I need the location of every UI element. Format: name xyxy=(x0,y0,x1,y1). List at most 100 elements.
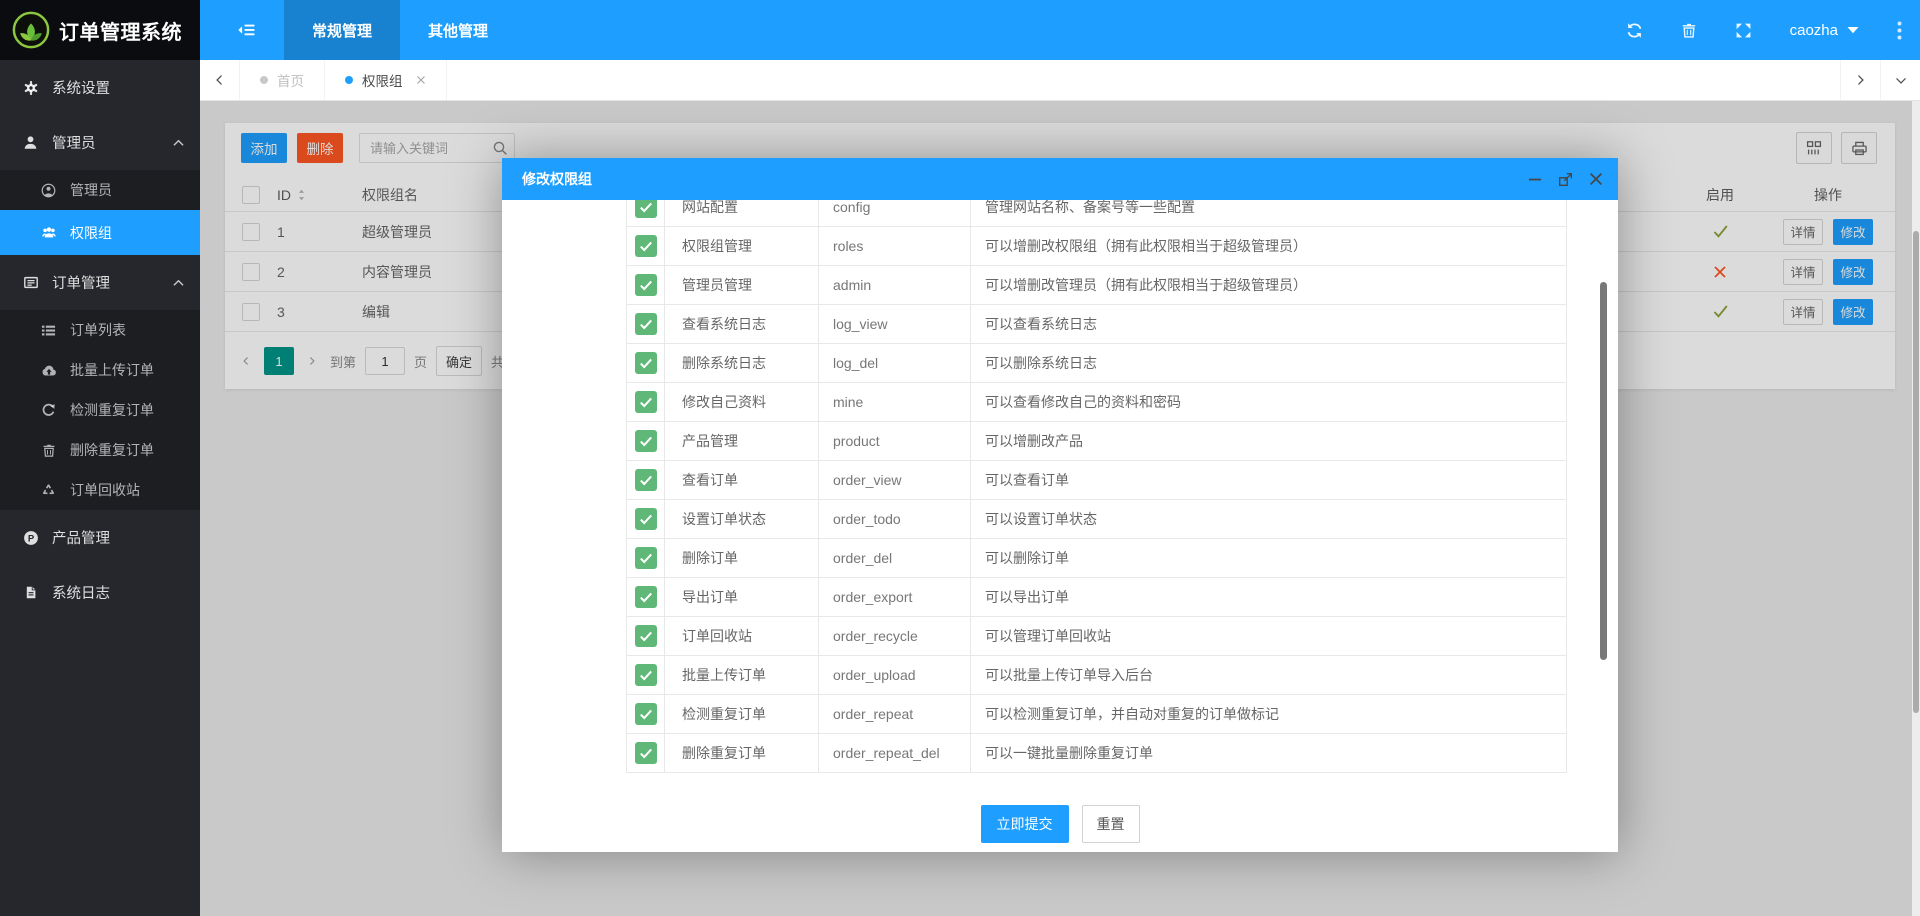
sidebar-item[interactable]: 检测重复订单 xyxy=(0,390,200,430)
checked-checkbox[interactable] xyxy=(635,703,657,725)
sidebar-item[interactable]: 订单管理 xyxy=(0,255,200,310)
permission-code: config xyxy=(819,200,971,226)
permission-desc: 可以导出订单 xyxy=(971,578,1566,616)
permissions-table: 网站配置 config 管理网站名称、备案号等一些配置 权限组管理 roles … xyxy=(626,200,1567,773)
permission-desc: 管理网站名称、备案号等一些配置 xyxy=(971,200,1566,226)
users-icon xyxy=(40,225,57,240)
sidebar-item[interactable]: 删除重复订单 xyxy=(0,430,200,470)
maximize-icon[interactable] xyxy=(1558,172,1573,187)
gear-icon xyxy=(22,80,39,96)
sidebar-item[interactable]: 订单回收站 xyxy=(0,470,200,510)
permission-name: 查看系统日志 xyxy=(665,305,819,343)
chevron-up-icon xyxy=(173,279,184,287)
tabs-scroll-left-button[interactable] xyxy=(200,60,240,100)
user-icon xyxy=(22,135,39,150)
trash-icon[interactable] xyxy=(1681,22,1697,39)
sidebar-item-label: 系统设置 xyxy=(52,77,110,98)
checked-checkbox[interactable] xyxy=(635,469,657,491)
reset-button[interactable]: 重置 xyxy=(1082,805,1140,843)
sidebar-item[interactable]: 系统设置 xyxy=(0,60,200,115)
permission-name: 删除重复订单 xyxy=(665,734,819,772)
checked-checkbox[interactable] xyxy=(635,274,657,296)
permission-desc: 可以批量上传订单导入后台 xyxy=(971,656,1566,694)
permission-desc: 可以一键批量删除重复订单 xyxy=(971,734,1566,772)
checked-checkbox[interactable] xyxy=(635,547,657,569)
minimize-icon[interactable] xyxy=(1528,172,1543,187)
permission-code: admin xyxy=(819,266,971,304)
permission-name: 查看订单 xyxy=(665,461,819,499)
form-icon xyxy=(22,275,39,290)
permission-row: 查看系统日志 log_view 可以查看系统日志 xyxy=(627,305,1566,344)
sidebar-item[interactable]: 批量上传订单 xyxy=(0,350,200,390)
breadcrumb-tab[interactable]: 首页 xyxy=(240,60,325,100)
checked-checkbox[interactable] xyxy=(635,586,657,608)
permission-row: 订单回收站 order_recycle 可以管理订单回收站 xyxy=(627,617,1566,656)
page-scrollbar-track[interactable] xyxy=(1912,101,1920,916)
user-menu[interactable]: caozha xyxy=(1790,22,1859,39)
permission-desc: 可以增删改产品 xyxy=(971,422,1566,460)
sidebar-menu: 系统设置 管理员 管理员 权限组 xyxy=(0,60,200,620)
sidebar-item[interactable]: 系统日志 xyxy=(0,565,200,620)
permission-row: 批量上传订单 order_upload 可以批量上传订单导入后台 xyxy=(627,656,1566,695)
sidebar-item-label: 订单回收站 xyxy=(70,480,140,500)
sidebar-item[interactable]: 管理员 xyxy=(0,170,200,210)
submit-button[interactable]: 立即提交 xyxy=(981,805,1069,843)
checked-checkbox[interactable] xyxy=(635,625,657,647)
permission-name: 批量上传订单 xyxy=(665,656,819,694)
permission-row: 管理员管理 admin 可以增删改管理员（拥有此权限相当于超级管理员） xyxy=(627,266,1566,305)
modal-scrollbar-thumb[interactable] xyxy=(1600,282,1607,660)
user-circle-icon xyxy=(40,183,57,198)
permission-row: 产品管理 product 可以增删改产品 xyxy=(627,422,1566,461)
refresh-icon[interactable] xyxy=(1626,22,1643,39)
permission-code: order_upload xyxy=(819,656,971,694)
product-icon: P xyxy=(22,530,39,546)
checked-checkbox[interactable] xyxy=(635,235,657,257)
permission-desc: 可以检测重复订单，并自动对重复的订单做标记 xyxy=(971,695,1566,733)
checked-checkbox[interactable] xyxy=(635,391,657,413)
fullscreen-icon[interactable] xyxy=(1735,22,1752,39)
permission-code: order_view xyxy=(819,461,971,499)
sidebar-item[interactable]: P 产品管理 xyxy=(0,510,200,565)
header-nav-tab[interactable]: 常规管理 xyxy=(284,0,400,60)
permission-code: log_view xyxy=(819,305,971,343)
permission-code: order_repeat_del xyxy=(819,734,971,772)
close-icon[interactable] xyxy=(416,75,426,85)
permission-code: mine xyxy=(819,383,971,421)
breadcrumb-tab[interactable]: 权限组 xyxy=(325,60,447,100)
list-icon xyxy=(40,323,57,338)
tab-label: 权限组 xyxy=(362,70,403,90)
checked-checkbox[interactable] xyxy=(635,664,657,686)
tabs-scroll-right-button[interactable] xyxy=(1840,60,1880,100)
svg-text:P: P xyxy=(27,533,34,544)
permission-desc: 可以删除系统日志 xyxy=(971,344,1566,382)
checked-checkbox[interactable] xyxy=(635,430,657,452)
sidebar-item-label: 删除重复订单 xyxy=(70,440,154,460)
sidebar-item[interactable]: 订单列表 xyxy=(0,310,200,350)
close-icon[interactable] xyxy=(1588,171,1604,187)
permission-desc: 可以查看系统日志 xyxy=(971,305,1566,343)
menu-collapse-icon[interactable] xyxy=(237,22,256,38)
checked-checkbox[interactable] xyxy=(635,200,657,218)
permission-desc: 可以查看修改自己的资料和密码 xyxy=(971,383,1566,421)
checked-checkbox[interactable] xyxy=(635,742,657,764)
permission-code: order_recycle xyxy=(819,617,971,655)
sidebar-item[interactable]: 权限组 xyxy=(0,210,200,255)
page-scrollbar-thumb[interactable] xyxy=(1913,231,1919,713)
permission-code: order_todo xyxy=(819,500,971,538)
checked-checkbox[interactable] xyxy=(635,352,657,374)
permission-code: log_del xyxy=(819,344,971,382)
tabs-dropdown-button[interactable] xyxy=(1880,60,1920,100)
logo-leaf-icon xyxy=(12,11,50,49)
sidebar-item[interactable]: 管理员 xyxy=(0,115,200,170)
permission-code: product xyxy=(819,422,971,460)
checked-checkbox[interactable] xyxy=(635,508,657,530)
checked-checkbox[interactable] xyxy=(635,313,657,335)
chevron-left-icon xyxy=(213,73,226,87)
permission-code: roles xyxy=(819,227,971,265)
sidebar-item-label: 产品管理 xyxy=(52,527,110,548)
header-nav-tab[interactable]: 其他管理 xyxy=(400,0,516,60)
permission-row: 设置订单状态 order_todo 可以设置订单状态 xyxy=(627,500,1566,539)
more-vertical-icon[interactable] xyxy=(1897,21,1902,40)
permission-name: 订单回收站 xyxy=(665,617,819,655)
header-actions: caozha xyxy=(1626,21,1920,40)
